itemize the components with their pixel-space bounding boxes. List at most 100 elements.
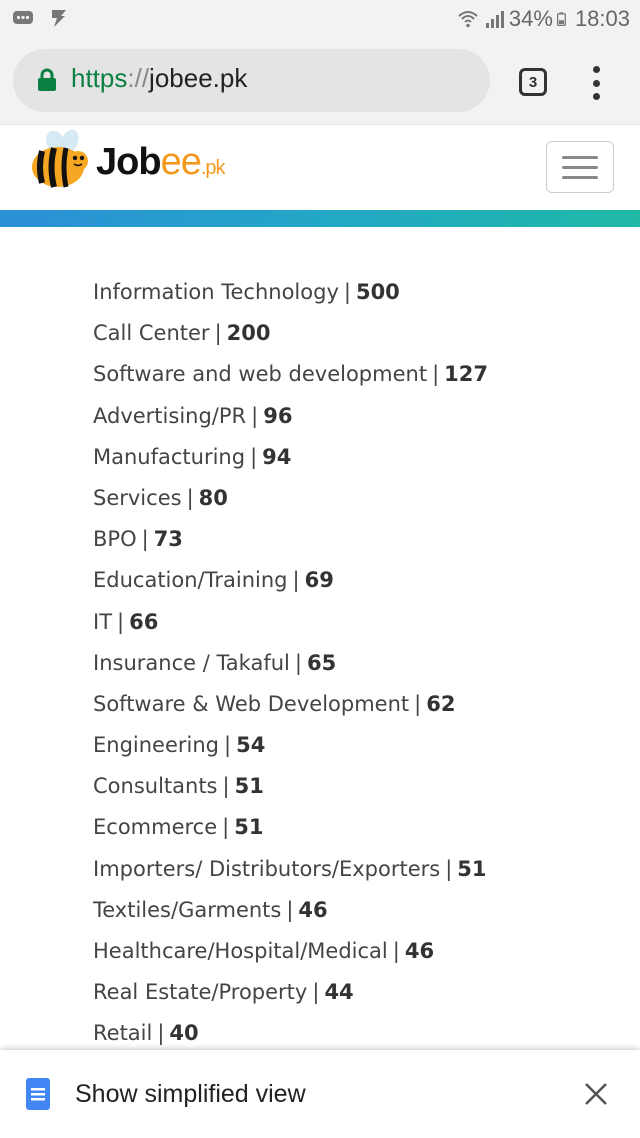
messages-icon (13, 11, 33, 24)
category-count: 46 (298, 897, 328, 922)
bee-icon (32, 129, 88, 188)
category-item[interactable]: Retail | 40 (93, 1013, 488, 1054)
category-name: Software and web development (93, 362, 428, 387)
category-separator: | (312, 980, 320, 1005)
category-item[interactable]: BPO | 73 (93, 519, 488, 560)
category-name: Services (93, 485, 182, 510)
category-item[interactable]: Information Technology | 500 (93, 272, 488, 313)
category-count: 127 (444, 362, 488, 387)
category-name: IT (93, 609, 113, 634)
category-name: Advertising/PR (93, 403, 247, 428)
category-item[interactable]: Software & Web Development | 62 (93, 684, 488, 725)
category-name: Manufacturing (93, 444, 246, 469)
category-count: 500 (355, 280, 400, 304)
header-gradient-bar (0, 210, 640, 227)
hamburger-menu-button[interactable] (546, 141, 614, 193)
category-item[interactable]: Textiles/Garments | 46 (93, 890, 488, 931)
category-name: Importers/ Distributors/Exporters (93, 856, 441, 881)
simplified-view-bar[interactable]: Show simplified view (0, 1050, 640, 1138)
category-separator: | (117, 609, 125, 634)
category-separator: | (294, 650, 302, 675)
category-name: Education/Training (93, 568, 288, 593)
clock: 18:03 (574, 6, 630, 31)
category-item[interactable]: Call Center | 200 (93, 313, 488, 354)
category-name: BPO (93, 527, 137, 552)
category-count: 51 (457, 856, 487, 881)
category-separator: | (343, 280, 351, 304)
category-name: Ecommerce (93, 815, 218, 840)
url-scheme: https (71, 63, 128, 93)
category-item[interactable]: Insurance / Takaful | 65 (93, 643, 488, 684)
category-count: 51 (234, 815, 264, 840)
logo-accent: ee (160, 141, 202, 183)
category-list: Information Technology | 500 Call Center | 20… (93, 272, 488, 1055)
category-name: Call Center (93, 321, 210, 346)
category-count: 96 (263, 403, 293, 428)
url-host: jobee.pk (149, 63, 248, 93)
category-item[interactable]: Advertising/PR | 96 (93, 396, 488, 437)
category-item[interactable]: Consultants | 51 (93, 766, 488, 807)
site-header: Jobee.pk (0, 124, 640, 210)
jobee-logo[interactable]: Jobee.pk (26, 127, 236, 197)
tab-count: 3 (528, 73, 538, 91)
category-item[interactable]: Engineering | 54 (93, 725, 488, 766)
category-name: Insurance / Takaful (93, 650, 290, 675)
category-name: Retail (93, 1021, 153, 1046)
category-separator: | (445, 856, 453, 881)
category-separator: | (222, 815, 230, 840)
category-separator: | (414, 691, 422, 716)
battery-icon (556, 12, 566, 26)
category-count: 94 (262, 444, 292, 469)
category-count: 62 (426, 691, 456, 716)
category-count: 44 (324, 980, 354, 1005)
category-item[interactable]: Software and web development | 127 (93, 354, 488, 395)
category-item[interactable]: Real Estate/Property | 44 (93, 972, 488, 1013)
category-separator: | (250, 444, 258, 469)
battery-percent: 34% (508, 6, 553, 31)
category-item[interactable]: Education/Training | 69 (93, 560, 488, 601)
category-separator: | (286, 897, 294, 922)
category-count: 69 (304, 568, 334, 593)
category-separator: | (141, 527, 149, 552)
category-item[interactable]: Importers/ Distributors/Exporters | 51 (93, 849, 488, 890)
category-count: 40 (169, 1021, 199, 1046)
address-bar[interactable]: https://jobee.pk (13, 49, 490, 112)
category-count: 73 (153, 527, 183, 552)
category-item[interactable]: IT | 66 (93, 602, 488, 643)
status-bar: 34% 18:03 (0, 0, 640, 38)
category-item[interactable]: Healthcare/Hospital/Medical | 46 (93, 931, 488, 972)
signal-icon (485, 11, 504, 28)
category-count: 65 (306, 650, 337, 675)
category-separator: | (392, 939, 400, 963)
category-separator: | (214, 321, 222, 346)
category-separator: | (251, 403, 259, 428)
wifi-icon (458, 11, 478, 28)
category-separator: | (222, 774, 230, 799)
category-separator: | (186, 485, 194, 510)
close-icon[interactable] (584, 1082, 608, 1106)
category-separator: | (157, 1021, 165, 1046)
category-separator: | (432, 362, 440, 387)
category-name: Information Technology (93, 280, 339, 304)
category-count: 51 (234, 774, 264, 799)
logo-tld: .pk (200, 157, 226, 179)
category-count: 46 (404, 939, 435, 963)
logo-text: Jobee.pk (96, 141, 226, 184)
category-name: Consultants (93, 774, 218, 799)
category-name: Textiles/Garments (93, 897, 282, 922)
url-text: https://jobee.pk (71, 63, 247, 94)
category-item[interactable]: Ecommerce | 51 (93, 807, 488, 848)
url-separator: :// (127, 63, 150, 93)
category-name: Engineering (93, 733, 219, 758)
category-item[interactable]: Manufacturing | 94 (93, 437, 488, 478)
app-notification-icon (52, 10, 66, 27)
tab-switcher-button[interactable]: 3 (519, 68, 547, 96)
category-item[interactable]: Services | 80 (93, 478, 488, 519)
category-count: 80 (198, 485, 228, 510)
category-separator: | (224, 733, 232, 758)
category-count: 54 (236, 733, 266, 758)
category-name: Real Estate/Property (93, 980, 308, 1005)
category-separator: | (292, 568, 300, 593)
logo-main: Job (96, 141, 162, 183)
browser-menu-icon[interactable] (588, 66, 604, 100)
